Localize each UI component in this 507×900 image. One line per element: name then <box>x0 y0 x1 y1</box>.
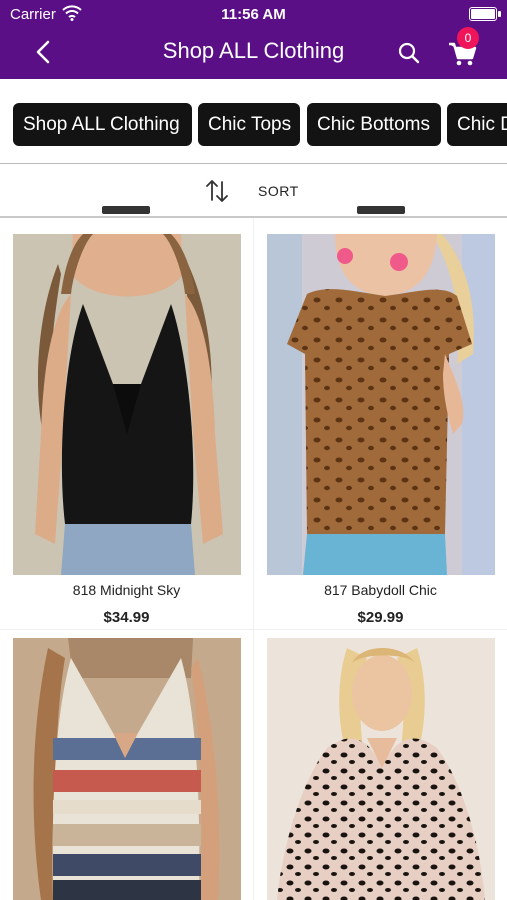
category-chip-chic-d[interactable]: Chic D <box>447 103 507 146</box>
search-icon[interactable] <box>396 40 422 66</box>
product-price: $34.99 <box>103 609 150 626</box>
category-chip-chic-bottoms[interactable]: Chic Bottoms <box>307 103 441 146</box>
sort-button[interactable]: SORT <box>0 164 507 216</box>
sort-arrows-icon <box>206 180 228 202</box>
battery-icon <box>469 7 501 21</box>
grid-divider <box>0 629 507 630</box>
product-price: $29.99 <box>357 609 404 626</box>
status-bar: Carrier 11:56 AM <box>0 0 507 28</box>
category-chip-chic-tops[interactable]: Chic Tops <box>198 103 300 146</box>
product-image[interactable] <box>267 638 495 900</box>
cart-count-badge: 0 <box>457 27 479 49</box>
category-chip-shop-all[interactable]: Shop ALL Clothing <box>13 103 192 146</box>
grid-divider <box>253 218 254 900</box>
product-image[interactable] <box>13 638 241 900</box>
sort-label: SORT <box>258 183 299 199</box>
product-name[interactable]: 817 Babydoll Chic <box>254 582 507 598</box>
page-title: Shop ALL Clothing <box>162 38 345 63</box>
product-image[interactable] <box>267 234 495 575</box>
category-bar: Shop ALL Clothing Chic Tops Chic Bottoms… <box>0 103 507 147</box>
status-time: 11:56 AM <box>221 6 286 23</box>
price-peek-cut-off <box>102 205 152 215</box>
product-name[interactable]: 818 Midnight Sky <box>0 582 253 598</box>
product-image[interactable] <box>13 234 241 575</box>
app-header: Carrier 11:56 AM Shop ALL Clothing 0 <box>0 0 507 79</box>
price-peek-cut-off <box>357 205 407 215</box>
